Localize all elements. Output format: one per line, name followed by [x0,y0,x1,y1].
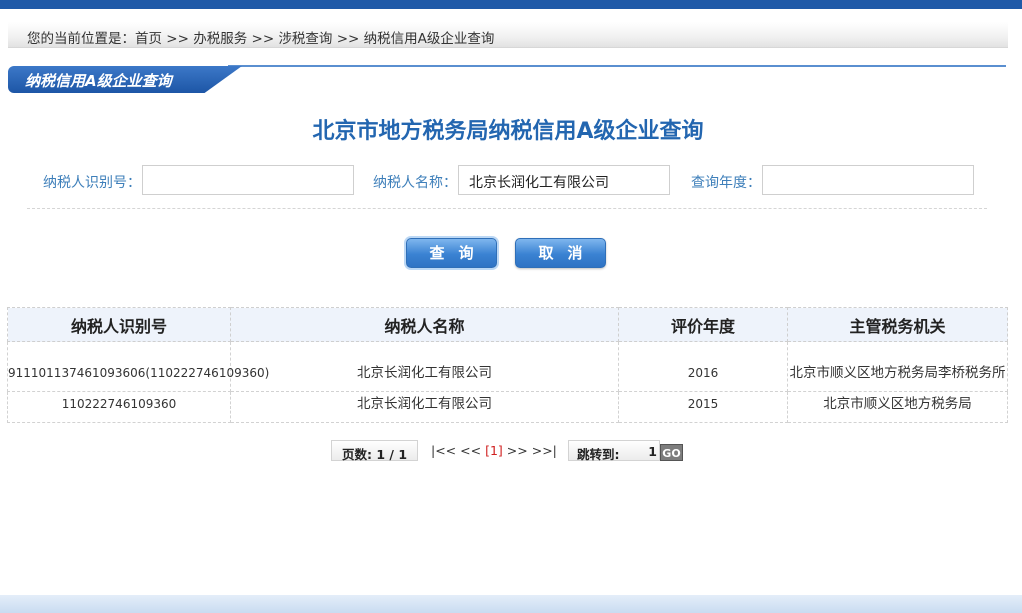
prev-page-link[interactable]: << [460,443,481,458]
cell-tax-authority: 北京市顺义区地方税务局 [787,391,1008,423]
taxpayer-id-label: 纳税人识别号： [43,175,141,191]
cell-tax-authority: 北京市顺义区地方税务局李桥税务所 [787,341,1008,392]
results-table: 纳税人识别号 纳税人名称 评价年度 主管税务机关 911101137461093… [7,307,1008,423]
jump-box: 跳转到: 1 [568,440,660,462]
cell-taxpayer-id: 110222746109360 [7,391,231,423]
column-header-taxpayer-name: 纳税人名称 [230,307,619,342]
query-year-label: 查询年度： [691,175,761,191]
last-page-link[interactable]: >>| [532,443,557,458]
jump-page-input[interactable]: 1 [648,444,657,459]
form-divider [27,208,987,209]
section-tab-label: 纳税信用A级企业查询 [25,72,172,90]
section-header: 纳税信用A级企业查询 [8,64,1006,94]
breadcrumb-tax-service-link[interactable]: 办税服务 [193,31,247,47]
breadcrumb: 您的当前位置是：首页 >> 办税服务 >> 涉税查询 >> 纳税信用A级企业查询 [8,22,1008,48]
query-year-input[interactable] [762,165,974,195]
page-value: 1 / 1 [376,447,408,462]
column-header-taxpayer-id: 纳税人识别号 [7,307,231,342]
cell-taxpayer-id: 911101137461093606(110222746109360) [7,341,269,392]
cell-evaluation-year: 2016 [618,341,788,392]
page-nav: |<< << [1] >> >>| [431,440,557,464]
section-tab: 纳税信用A级企业查询 [8,66,242,93]
breadcrumb-current: 纳税信用A级企业查询 [363,31,495,47]
page-indicator: 页数: 1 / 1 [331,440,418,462]
table-row: 110222746109360 北京长润化工有限公司 2015 北京市顺义区地方… [7,391,1008,423]
column-header-tax-authority: 主管税务机关 [787,307,1008,342]
page-title: 北京市地方税务局纳税信用A级企业查询 [312,119,704,144]
top-bar [0,0,1022,9]
cell-taxpayer-name: 北京长润化工有限公司 [230,391,619,423]
taxpayer-name-label: 纳税人名称： [373,175,457,191]
table-row: 911101137461093606(110222746109360) 北京长润… [7,341,1008,392]
page-label: 页数: [342,447,372,462]
pager: 页数: 1 / 1 |<< << [1] >> >>| 跳转到: 1 [0,440,1022,464]
cancel-button[interactable]: 取消 [515,238,606,268]
breadcrumb-tax-query-link[interactable]: 涉税查询 [278,31,332,47]
breadcrumb-prefix: 您的当前位置是： [27,31,135,47]
go-button[interactable]: GO [660,444,683,461]
next-page-link[interactable]: >> [507,443,528,458]
section-divider [228,65,1006,67]
breadcrumb-home-link[interactable]: 首页 [135,31,162,47]
current-page-link[interactable]: [1] [485,443,503,458]
taxpayer-id-input[interactable] [142,165,354,195]
breadcrumb-separator: >> [162,31,194,47]
first-page-link[interactable]: |<< [431,443,456,458]
breadcrumb-separator: >> [247,31,279,47]
taxpayer-name-input[interactable]: 北京长润化工有限公司 [458,165,670,195]
breadcrumb-separator: >> [332,31,364,47]
jump-label: 跳转到: [577,447,620,462]
bottom-bar [0,595,1022,613]
table-header-row: 纳税人识别号 纳税人名称 评价年度 主管税务机关 [7,307,1008,342]
cell-evaluation-year: 2015 [618,391,788,423]
cell-taxpayer-name: 北京长润化工有限公司 [230,341,619,392]
column-header-evaluation-year: 评价年度 [618,307,788,342]
query-button[interactable]: 查询 [406,238,497,268]
